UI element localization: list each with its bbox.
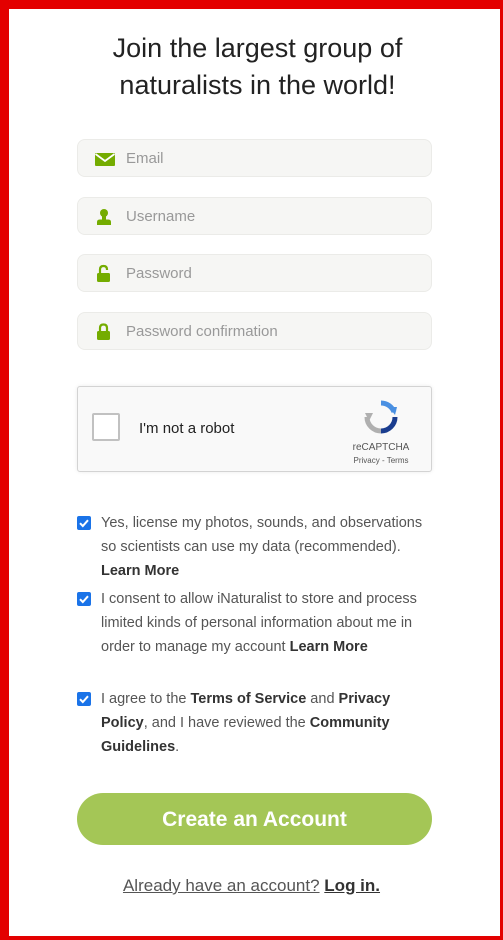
recaptcha-privacy-link[interactable]: Privacy [354,456,380,465]
consent-terms-part2: and [306,691,339,707]
title-line-2: naturalists in the world! [119,70,396,100]
recaptcha-brand: reCAPTCHA [352,442,410,453]
password-confirmation-field[interactable] [77,312,432,350]
consent-personal-info-text: I consent to allow iNaturalist to store … [101,587,436,659]
consent-terms-text: I agree to the Terms of Service and Priv… [101,687,436,759]
email-field[interactable] [77,139,432,177]
password-field[interactable] [77,254,432,292]
learn-more-link-personal-info[interactable]: Learn More [290,639,368,655]
recaptcha-logo-icon [363,399,399,435]
recaptcha-separator: - [379,456,387,465]
user-icon [94,207,114,227]
unlocked-lock-icon [94,264,114,284]
username-input[interactable] [126,198,421,234]
checkmark-icon [79,695,89,704]
recaptcha-links: Privacy - Terms [336,456,426,465]
create-account-button[interactable]: Create an Account [77,793,432,845]
consent-license-checkbox[interactable] [77,516,91,530]
learn-more-link-license[interactable]: Learn More [101,563,179,579]
password-confirmation-input[interactable] [126,313,421,349]
consent-terms-part1: I agree to the [101,691,191,707]
recaptcha-widget: I'm not a robot reCAPTCHA Privacy - Term… [77,386,432,472]
recaptcha-terms-link[interactable]: Terms [387,456,409,465]
login-link[interactable]: Log in. [324,876,380,895]
checkmark-icon [79,519,89,528]
consent-license-label: Yes, license my photos, sounds, and obse… [101,515,423,555]
login-prompt: Already have an account? Log in. [0,876,503,896]
consent-terms-checkbox[interactable] [77,692,91,706]
email-input[interactable] [126,140,421,176]
login-question: Already have an account? [122,876,320,895]
consent-terms-part4: . [175,739,180,755]
lock-icon [94,322,114,342]
consent-personal-info-label: I consent to allow iNaturalist to store … [101,591,417,655]
recaptcha-checkbox[interactable] [92,413,120,441]
envelope-icon [94,149,116,169]
title-line-1: Join the largest group of [112,33,403,63]
username-field[interactable] [77,197,432,235]
recaptcha-label: I'm not a robot [139,420,235,437]
page-title: Join the largest group of naturalists in… [60,30,455,104]
checkmark-icon [79,595,89,604]
consent-license-text: Yes, license my photos, sounds, and obse… [101,511,436,583]
terms-of-service-link[interactable]: Terms of Service [190,691,306,707]
consent-personal-info-checkbox[interactable] [77,592,91,606]
password-input[interactable] [126,255,421,291]
consent-terms-part3: , and I have reviewed the [143,715,310,731]
